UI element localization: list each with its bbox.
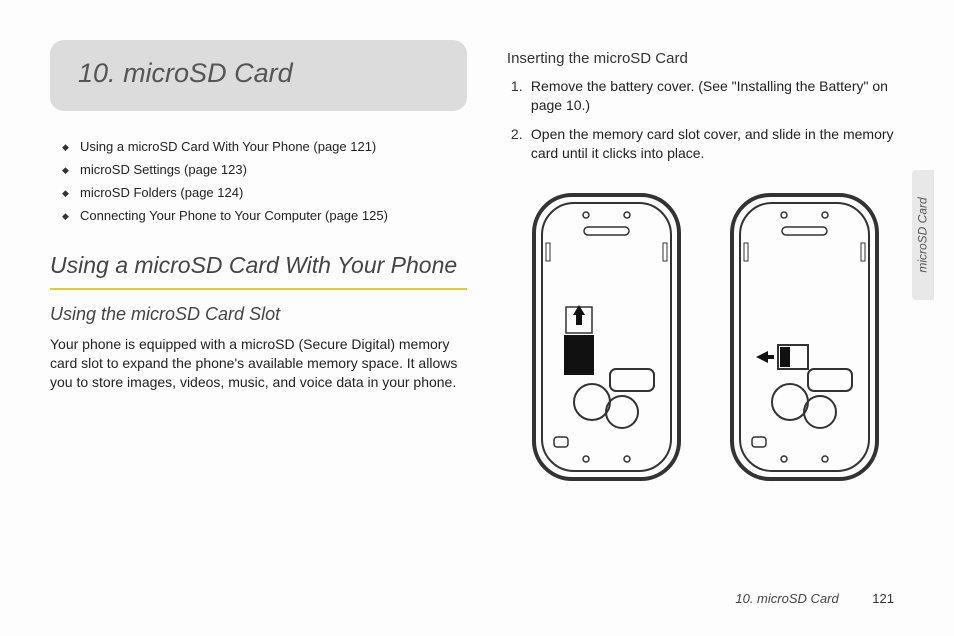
phone-diagram-insert-icon <box>722 187 887 487</box>
section-divider <box>50 288 467 290</box>
phone-diagram-closed-icon <box>524 187 689 487</box>
chapter-header: 10. microSD Card <box>50 40 467 111</box>
section-heading: Using a microSD Card With Your Phone <box>50 251 467 280</box>
chapter-title: 10. microSD Card <box>78 58 443 89</box>
section-body: Your phone is equipped with a microSD (S… <box>50 335 467 392</box>
step-item: Remove the battery cover. (See "Installi… <box>507 77 904 115</box>
toc-item: microSD Folders (page 124) <box>50 185 467 200</box>
footer-page-number: 121 <box>872 591 894 606</box>
toc-item: Connecting Your Phone to Your Computer (… <box>50 208 467 223</box>
toc-item: Using a microSD Card With Your Phone (pa… <box>50 139 467 154</box>
section-subheading: Using the microSD Card Slot <box>50 304 467 325</box>
subsection-heading: Inserting the microSD Card <box>507 50 904 67</box>
illustration-row <box>507 187 904 487</box>
side-tab: microSD Card <box>912 170 934 300</box>
toc-list: Using a microSD Card With Your Phone (pa… <box>50 139 467 223</box>
page-footer: 10. microSD Card 121 <box>735 591 894 606</box>
toc-item: microSD Settings (page 123) <box>50 162 467 177</box>
steps-list: Remove the battery cover. (See "Installi… <box>507 77 904 163</box>
step-item: Open the memory card slot cover, and sli… <box>507 125 904 163</box>
side-tab-label: microSD Card <box>916 197 930 272</box>
footer-chapter: 10. microSD Card <box>735 591 838 606</box>
